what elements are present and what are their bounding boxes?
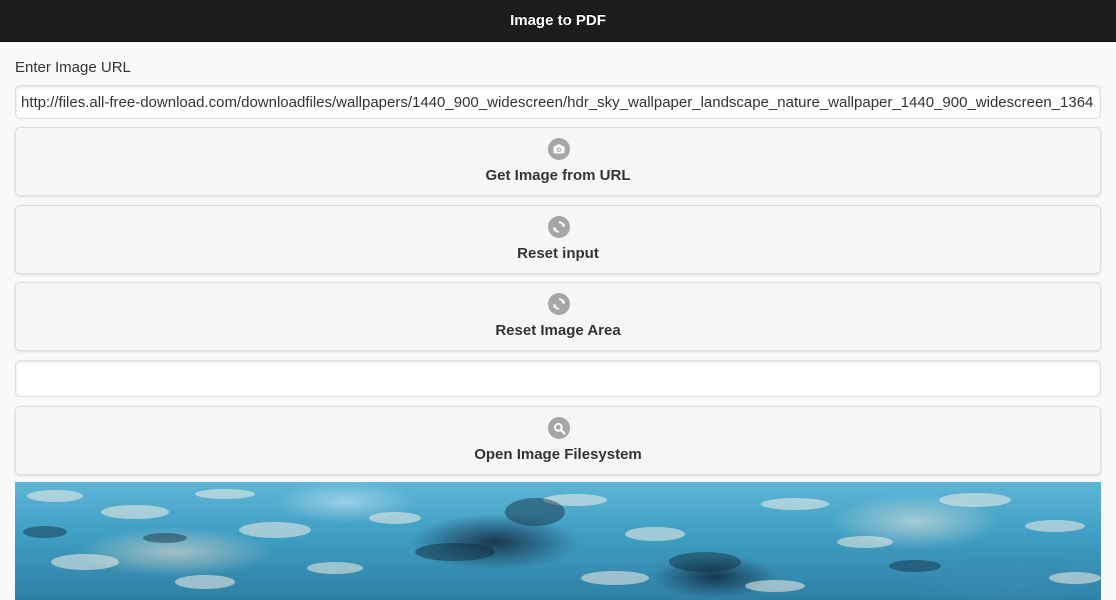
url-field-label: Enter Image URL xyxy=(15,59,131,76)
get-image-from-url-button[interactable]: Get Image from URL xyxy=(15,127,1101,196)
page-title: Image to PDF xyxy=(510,12,606,29)
app-header: Image to PDF xyxy=(0,0,1116,42)
reset-image-area-button[interactable]: Reset Image Area xyxy=(15,282,1101,351)
open-image-filesystem-label: Open Image Filesystem xyxy=(474,446,642,463)
reset-input-label: Reset input xyxy=(517,245,599,262)
camera-icon xyxy=(548,138,570,160)
sky-clouds-image xyxy=(23,489,1101,592)
image-url-input[interactable] xyxy=(15,85,1101,119)
image-preview xyxy=(15,482,1101,600)
refresh-icon xyxy=(548,216,570,238)
refresh-icon xyxy=(548,293,570,315)
file-path-input[interactable] xyxy=(15,360,1101,397)
search-icon xyxy=(548,417,570,439)
reset-input-button[interactable]: Reset input xyxy=(15,205,1101,274)
get-image-from-url-label: Get Image from URL xyxy=(485,167,631,184)
reset-image-area-label: Reset Image Area xyxy=(495,322,621,339)
open-image-filesystem-button[interactable]: Open Image Filesystem xyxy=(15,406,1101,475)
